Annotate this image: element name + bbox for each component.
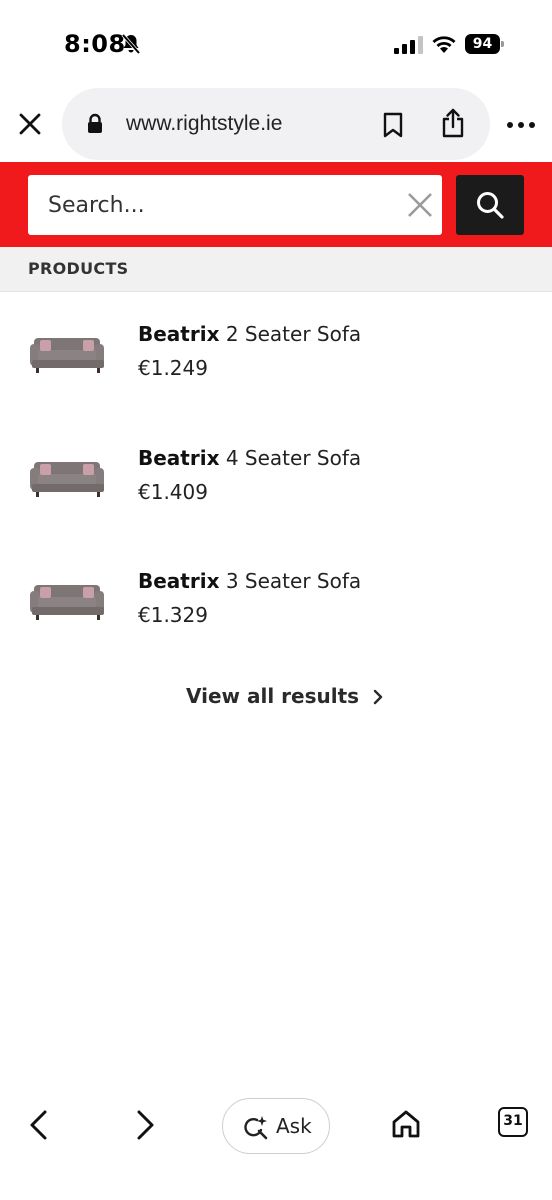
search-header [0, 162, 552, 247]
status-bar: 8:08 94 [0, 0, 552, 88]
battery-level: 94 [465, 34, 500, 54]
sofa-thumbnail [30, 338, 104, 373]
back-icon[interactable] [26, 1108, 52, 1142]
product-item[interactable]: Beatrix 4 Seater Sofa €1.409 [0, 446, 552, 546]
ask-button[interactable]: Ask [222, 1098, 330, 1154]
product-item[interactable]: Beatrix 3 Seater Sofa €1.329 [0, 569, 552, 669]
product-price: €1.249 [138, 356, 208, 380]
signal-icon [394, 36, 423, 54]
clear-icon[interactable] [406, 191, 434, 219]
product-title: 2 Seater Sofa [225, 322, 362, 346]
close-icon[interactable] [16, 110, 44, 138]
product-title: 4 Seater Sofa [225, 446, 362, 470]
product-brand: Beatrix [138, 569, 220, 593]
view-all-label: View all results [186, 684, 360, 708]
ask-label: Ask [276, 1114, 312, 1138]
browser-bar: www.rightstyle.ie [0, 88, 552, 162]
ask-icon [244, 1116, 268, 1140]
more-icon[interactable] [506, 120, 536, 130]
product-name[interactable]: Beatrix 3 Seater Sofa [138, 569, 361, 593]
bottom-toolbar: Ask 31 [0, 1090, 552, 1160]
address-bar[interactable]: www.rightstyle.ie [62, 88, 490, 160]
chevron-right-icon [373, 689, 383, 705]
wifi-icon [432, 36, 456, 53]
search-icon [477, 192, 504, 219]
share-icon[interactable] [440, 108, 466, 138]
bell-slash-icon [121, 33, 141, 55]
product-price: €1.329 [138, 603, 208, 627]
home-icon[interactable] [390, 1108, 422, 1140]
product-item[interactable]: Beatrix 2 Seater Sofa €1.249 [0, 322, 552, 422]
bookmark-icon[interactable] [382, 112, 404, 138]
product-name[interactable]: Beatrix 2 Seater Sofa [138, 322, 361, 346]
product-brand: Beatrix [138, 446, 220, 470]
products-heading: PRODUCTS [28, 259, 129, 278]
search-button[interactable] [456, 175, 524, 235]
view-all-results-link[interactable]: View all results [186, 682, 383, 710]
product-title: 3 Seater Sofa [225, 569, 362, 593]
battery-icon: 94 [465, 34, 505, 54]
products-section-header: PRODUCTS [0, 247, 552, 292]
url-text[interactable]: www.rightstyle.ie [126, 112, 282, 136]
product-name[interactable]: Beatrix 4 Seater Sofa [138, 446, 361, 470]
product-brand: Beatrix [138, 322, 220, 346]
tabs-icon[interactable]: 31 [498, 1107, 528, 1137]
search-input[interactable] [28, 175, 398, 235]
sofa-thumbnail [30, 585, 104, 620]
forward-icon[interactable] [132, 1108, 158, 1142]
status-time: 8:08 [64, 30, 126, 58]
lock-icon [88, 113, 102, 133]
product-price: €1.409 [138, 480, 208, 504]
sofa-thumbnail [30, 462, 104, 497]
search-field[interactable] [28, 175, 442, 235]
